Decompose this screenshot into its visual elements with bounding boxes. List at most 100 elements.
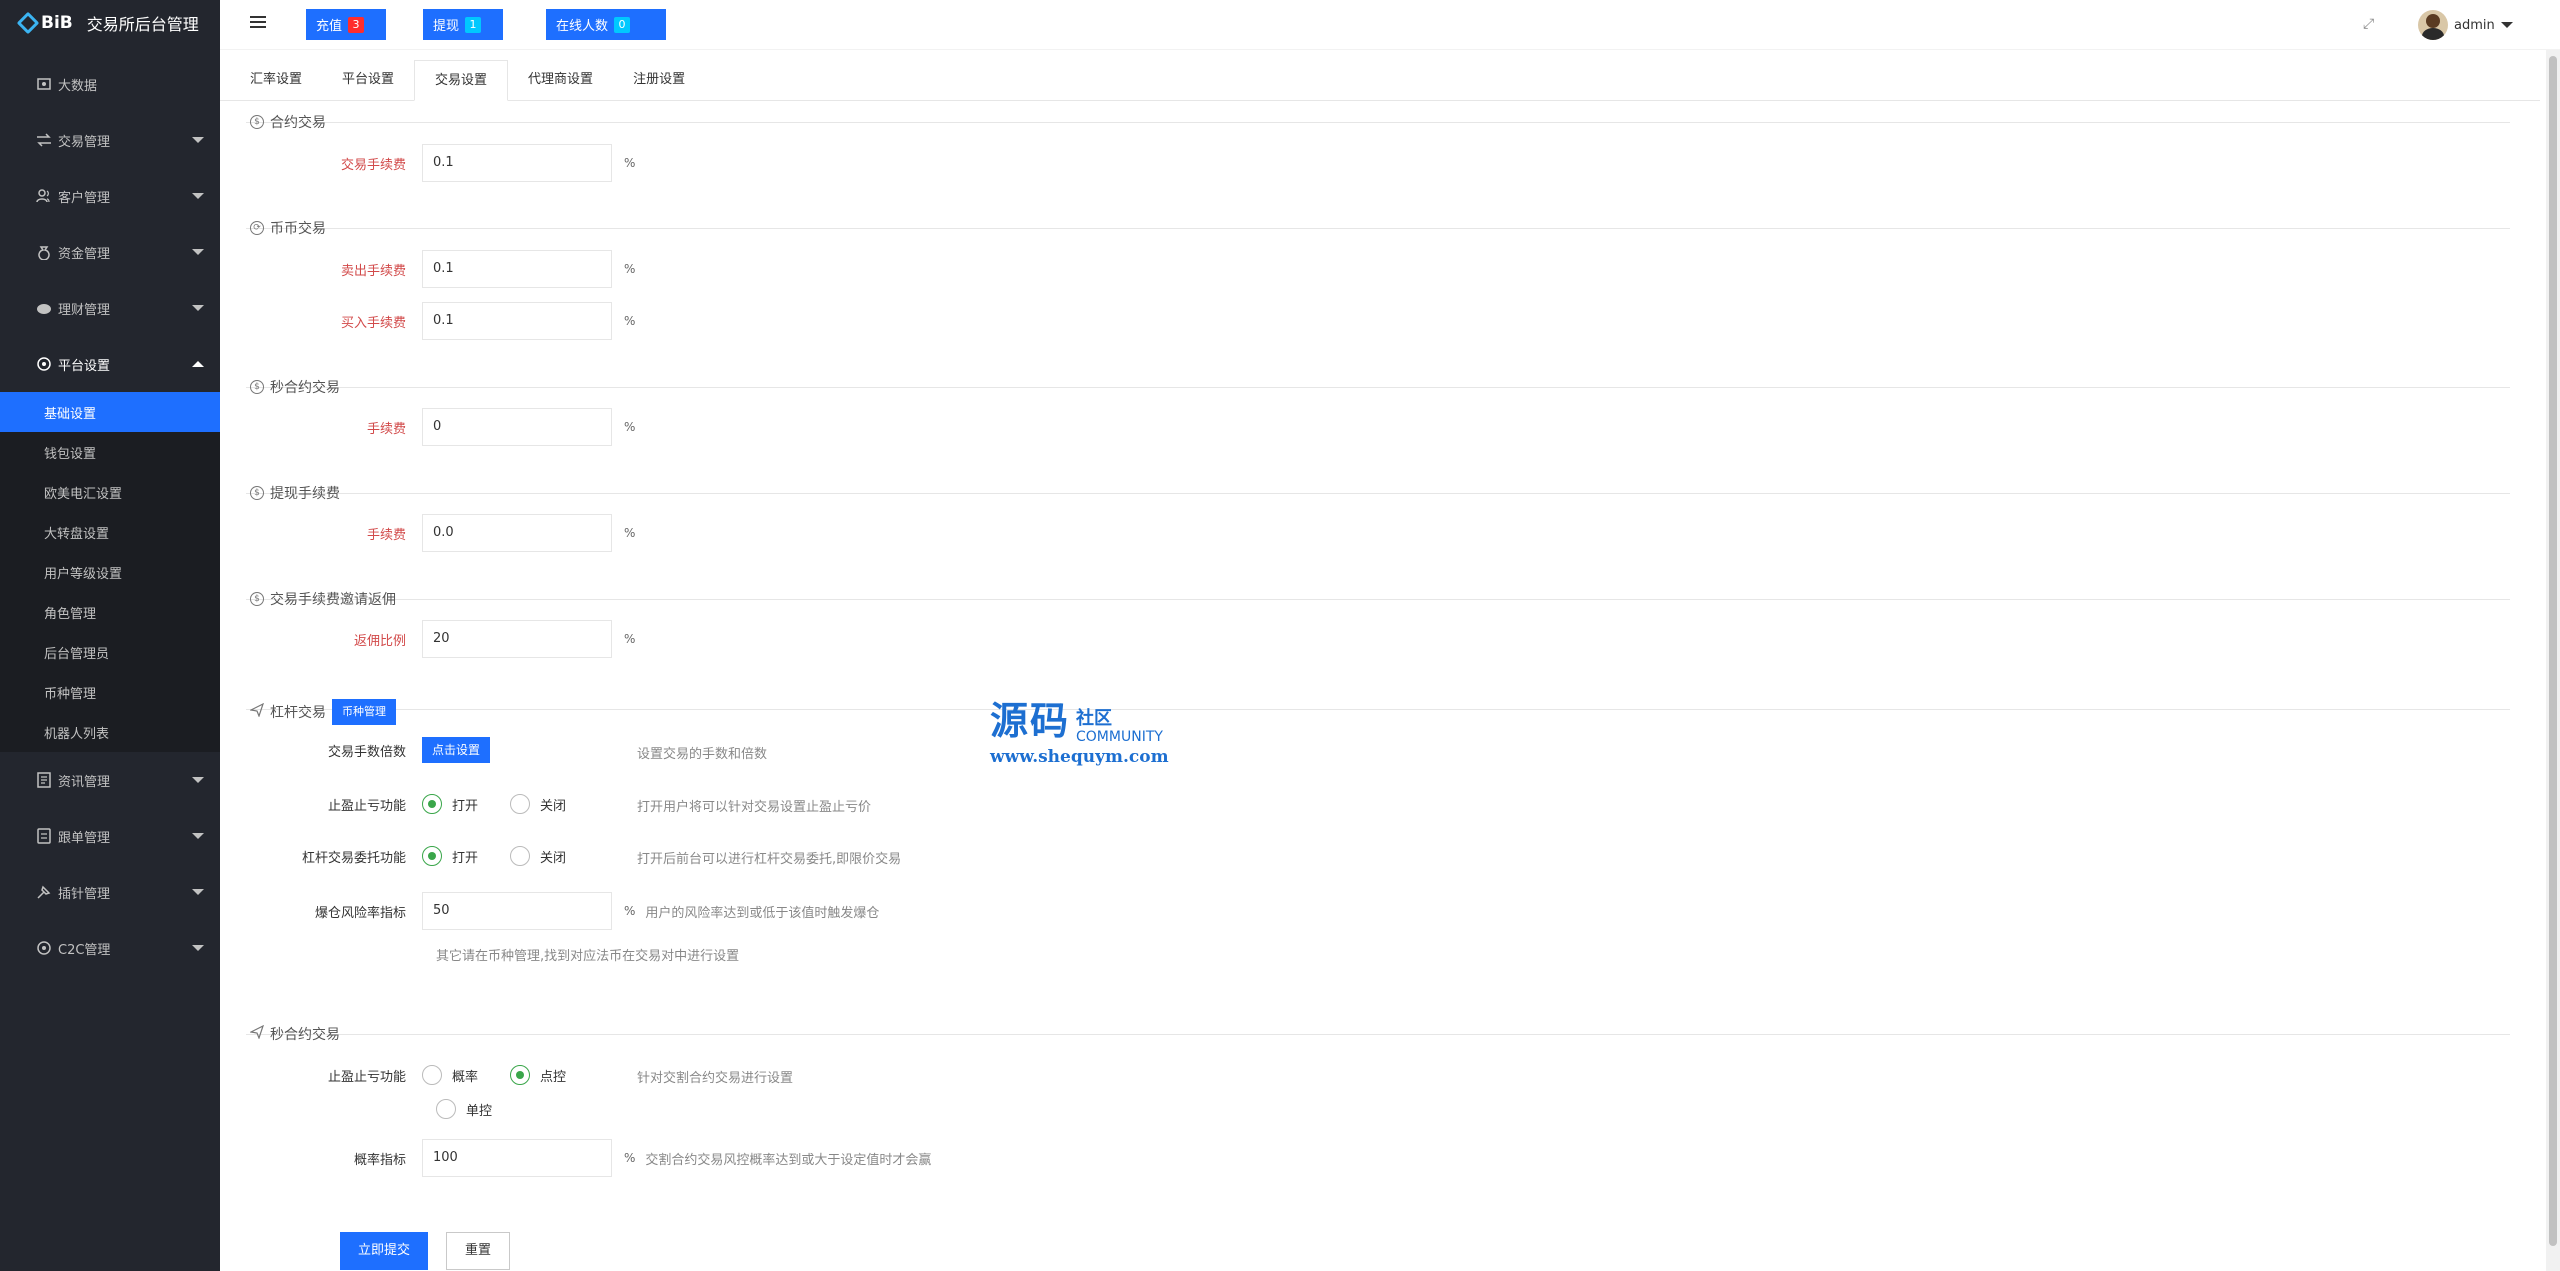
lever-hands-hint: 设置交易的手数和倍数 (637, 747, 768, 762)
sidebar-subitem-user-level-settings[interactable]: 用户等级设置 (0, 552, 220, 592)
sidebar-subitem-basic-settings[interactable]: 基础设置 (0, 392, 220, 432)
sidebar-item-label: 资金管理 (58, 246, 111, 262)
dollar-icon: $ (250, 592, 264, 606)
online-users-button[interactable]: 在线人数 0 (546, 9, 666, 40)
piggy-bank-icon (36, 300, 52, 316)
sidebar-subitem-admins[interactable]: 后台管理员 (0, 632, 220, 672)
rebate-ratio-input[interactable]: 20 (422, 620, 612, 658)
top-header: 充值 3 提现 1 在线人数 0 ⤢ admin (220, 0, 2560, 50)
sidebar-subitem-coin-management[interactable]: 币种管理 (0, 672, 220, 712)
sidebar-item-c2c[interactable]: C2C管理 (0, 920, 220, 976)
recharge-count-badge: 3 (348, 16, 365, 33)
second-tpsl-hint: 针对交割合约交易进行设置 (637, 1071, 794, 1086)
sidebar-item-label: 跟单管理 (58, 830, 111, 846)
rebate-ratio-row: 返佣比例 20 % (220, 620, 635, 658)
sidebar-item-finance[interactable]: 理财管理 (0, 280, 220, 336)
lever-tpsl-open-radio[interactable]: 打开 (422, 794, 478, 814)
second-fee-input[interactable]: 0 (422, 408, 612, 446)
coin-management-button[interactable]: 币种管理 (332, 699, 396, 725)
lever-entrust-close-radio[interactable]: 关闭 (510, 846, 566, 866)
withdraw-button[interactable]: 提现 1 (423, 9, 503, 40)
scrollbar[interactable] (2546, 50, 2560, 1271)
second-tpsl-single-row: 单控 (436, 1090, 524, 1128)
sidebar-item-label: 插针管理 (58, 886, 111, 902)
section-withdraw-fee-title: $ 提现手续费 (244, 483, 346, 503)
submit-button[interactable]: 立即提交 (340, 1232, 429, 1270)
sidebar-item-label: C2C管理 (58, 942, 111, 958)
sidebar-item-label: 平台设置 (58, 358, 111, 374)
fullscreen-icon[interactable]: ⤢ (2363, 17, 2377, 31)
spot-buy-fee-input[interactable]: 0.1 (422, 302, 612, 340)
probability-index-input[interactable]: 100 (422, 1139, 612, 1177)
unit-percent: % (624, 904, 636, 918)
scrollbar-thumb[interactable] (2549, 56, 2557, 1246)
tab-register[interactable]: 注册设置 (613, 60, 705, 101)
probability-index-hint: 交割合约交易风控概率达到或大于设定值时才会赢 (645, 1152, 932, 1168)
sidebar-item-funds[interactable]: 资金管理 (0, 224, 220, 280)
recharge-button[interactable]: 充值 3 (306, 9, 386, 40)
sidebar: BiB 交易所后台管理 大数据 交易管理 客户管理 资金管理 理财管理 平台设置… (0, 0, 220, 1271)
second-tpsl-probability-radio[interactable]: 概率 (422, 1065, 478, 1085)
users-icon (36, 188, 52, 204)
chevron-down-icon (192, 777, 204, 783)
send-icon (249, 1024, 265, 1043)
liquidation-risk-input[interactable]: 50 (422, 892, 612, 930)
unit-percent: % (624, 526, 636, 540)
unit-percent: % (624, 632, 636, 646)
sidebar-item-customers[interactable]: 客户管理 (0, 168, 220, 224)
sidebar-subitem-wheel-settings[interactable]: 大转盘设置 (0, 512, 220, 552)
tab-exchange-rate[interactable]: 汇率设置 (230, 60, 322, 101)
lever-tpsl-hint: 打开用户将可以针对交易设置止盈止亏价 (637, 800, 872, 815)
settings-icon (36, 356, 52, 372)
unit-percent: % (624, 156, 636, 170)
lever-hands-row: 交易手数倍数 点击设置 (220, 731, 491, 769)
sidebar-subitem-wire-settings[interactable]: 欧美电汇设置 (0, 472, 220, 512)
contract-fee-row: 交易手续费 0.1 % (220, 144, 635, 182)
unit-percent: % (624, 314, 636, 328)
sidebar-item-pin[interactable]: 插针管理 (0, 864, 220, 920)
lever-entrust-open-radio[interactable]: 打开 (422, 846, 478, 866)
user-menu[interactable]: admin (2418, 10, 2513, 40)
news-icon (36, 772, 52, 788)
spot-sell-fee-row: 卖出手续费 0.1 % (220, 250, 635, 288)
unit-percent: % (624, 1151, 636, 1165)
dollar-icon: $ (250, 486, 264, 500)
sidebar-item-label: 客户管理 (58, 190, 111, 206)
second-fee-label: 手续费 (366, 421, 406, 437)
spot-sell-fee-input[interactable]: 0.1 (422, 250, 612, 288)
withdraw-fee-label: 手续费 (366, 527, 406, 543)
chevron-down-icon (192, 889, 204, 895)
withdraw-fee-input[interactable]: 0.0 (422, 514, 612, 552)
brand: BiB 交易所后台管理 (0, 0, 220, 46)
menu-toggle-icon[interactable] (250, 16, 266, 32)
second-tpsl-point-control-radio[interactable]: 点控 (510, 1065, 566, 1085)
platform-settings-submenu: 基础设置 钱包设置 欧美电汇设置 大转盘设置 用户等级设置 角色管理 后台管理员… (0, 392, 220, 752)
withdraw-count-badge: 1 (465, 16, 482, 33)
lever-hands-settings-button[interactable]: 点击设置 (422, 737, 491, 763)
tab-platform[interactable]: 平台设置 (322, 60, 414, 101)
contract-fee-label: 交易手续费 (340, 157, 406, 173)
chevron-down-icon (192, 193, 204, 199)
section-invite-rebate-title: $ 交易手续费邀请返佣 (244, 589, 402, 609)
section-spot-title: ⟳ 币币交易 (244, 218, 332, 238)
lever-tpsl-close-radio[interactable]: 关闭 (510, 794, 566, 814)
sidebar-item-news[interactable]: 资讯管理 (0, 752, 220, 808)
sidebar-subitem-robot-list[interactable]: 机器人列表 (0, 712, 220, 752)
sidebar-item-dashboard[interactable]: 大数据 (0, 56, 220, 112)
sidebar-item-platform-settings[interactable]: 平台设置 (0, 336, 220, 392)
sidebar-item-follow[interactable]: 跟单管理 (0, 808, 220, 864)
tab-agent[interactable]: 代理商设置 (508, 60, 613, 101)
sidebar-item-trade[interactable]: 交易管理 (0, 112, 220, 168)
section-contract-title: $ 合约交易 (244, 112, 332, 132)
lever-tpsl-label: 止盈止亏功能 (327, 798, 406, 814)
sidebar-subitem-wallet-settings[interactable]: 钱包设置 (0, 432, 220, 472)
sidebar-menu: 大数据 交易管理 客户管理 资金管理 理财管理 平台设置 基础设置 钱包设置 欧… (0, 56, 220, 976)
spot-buy-fee-row: 买入手续费 0.1 % (220, 302, 635, 340)
spot-sell-fee-label: 卖出手续费 (340, 263, 406, 279)
tab-trade[interactable]: 交易设置 (414, 60, 509, 101)
dollar-icon: $ (250, 380, 264, 394)
second-tpsl-single-control-radio[interactable]: 单控 (436, 1099, 492, 1119)
reset-button[interactable]: 重置 (446, 1232, 511, 1270)
contract-fee-input[interactable]: 0.1 (422, 144, 612, 182)
sidebar-subitem-role-management[interactable]: 角色管理 (0, 592, 220, 632)
